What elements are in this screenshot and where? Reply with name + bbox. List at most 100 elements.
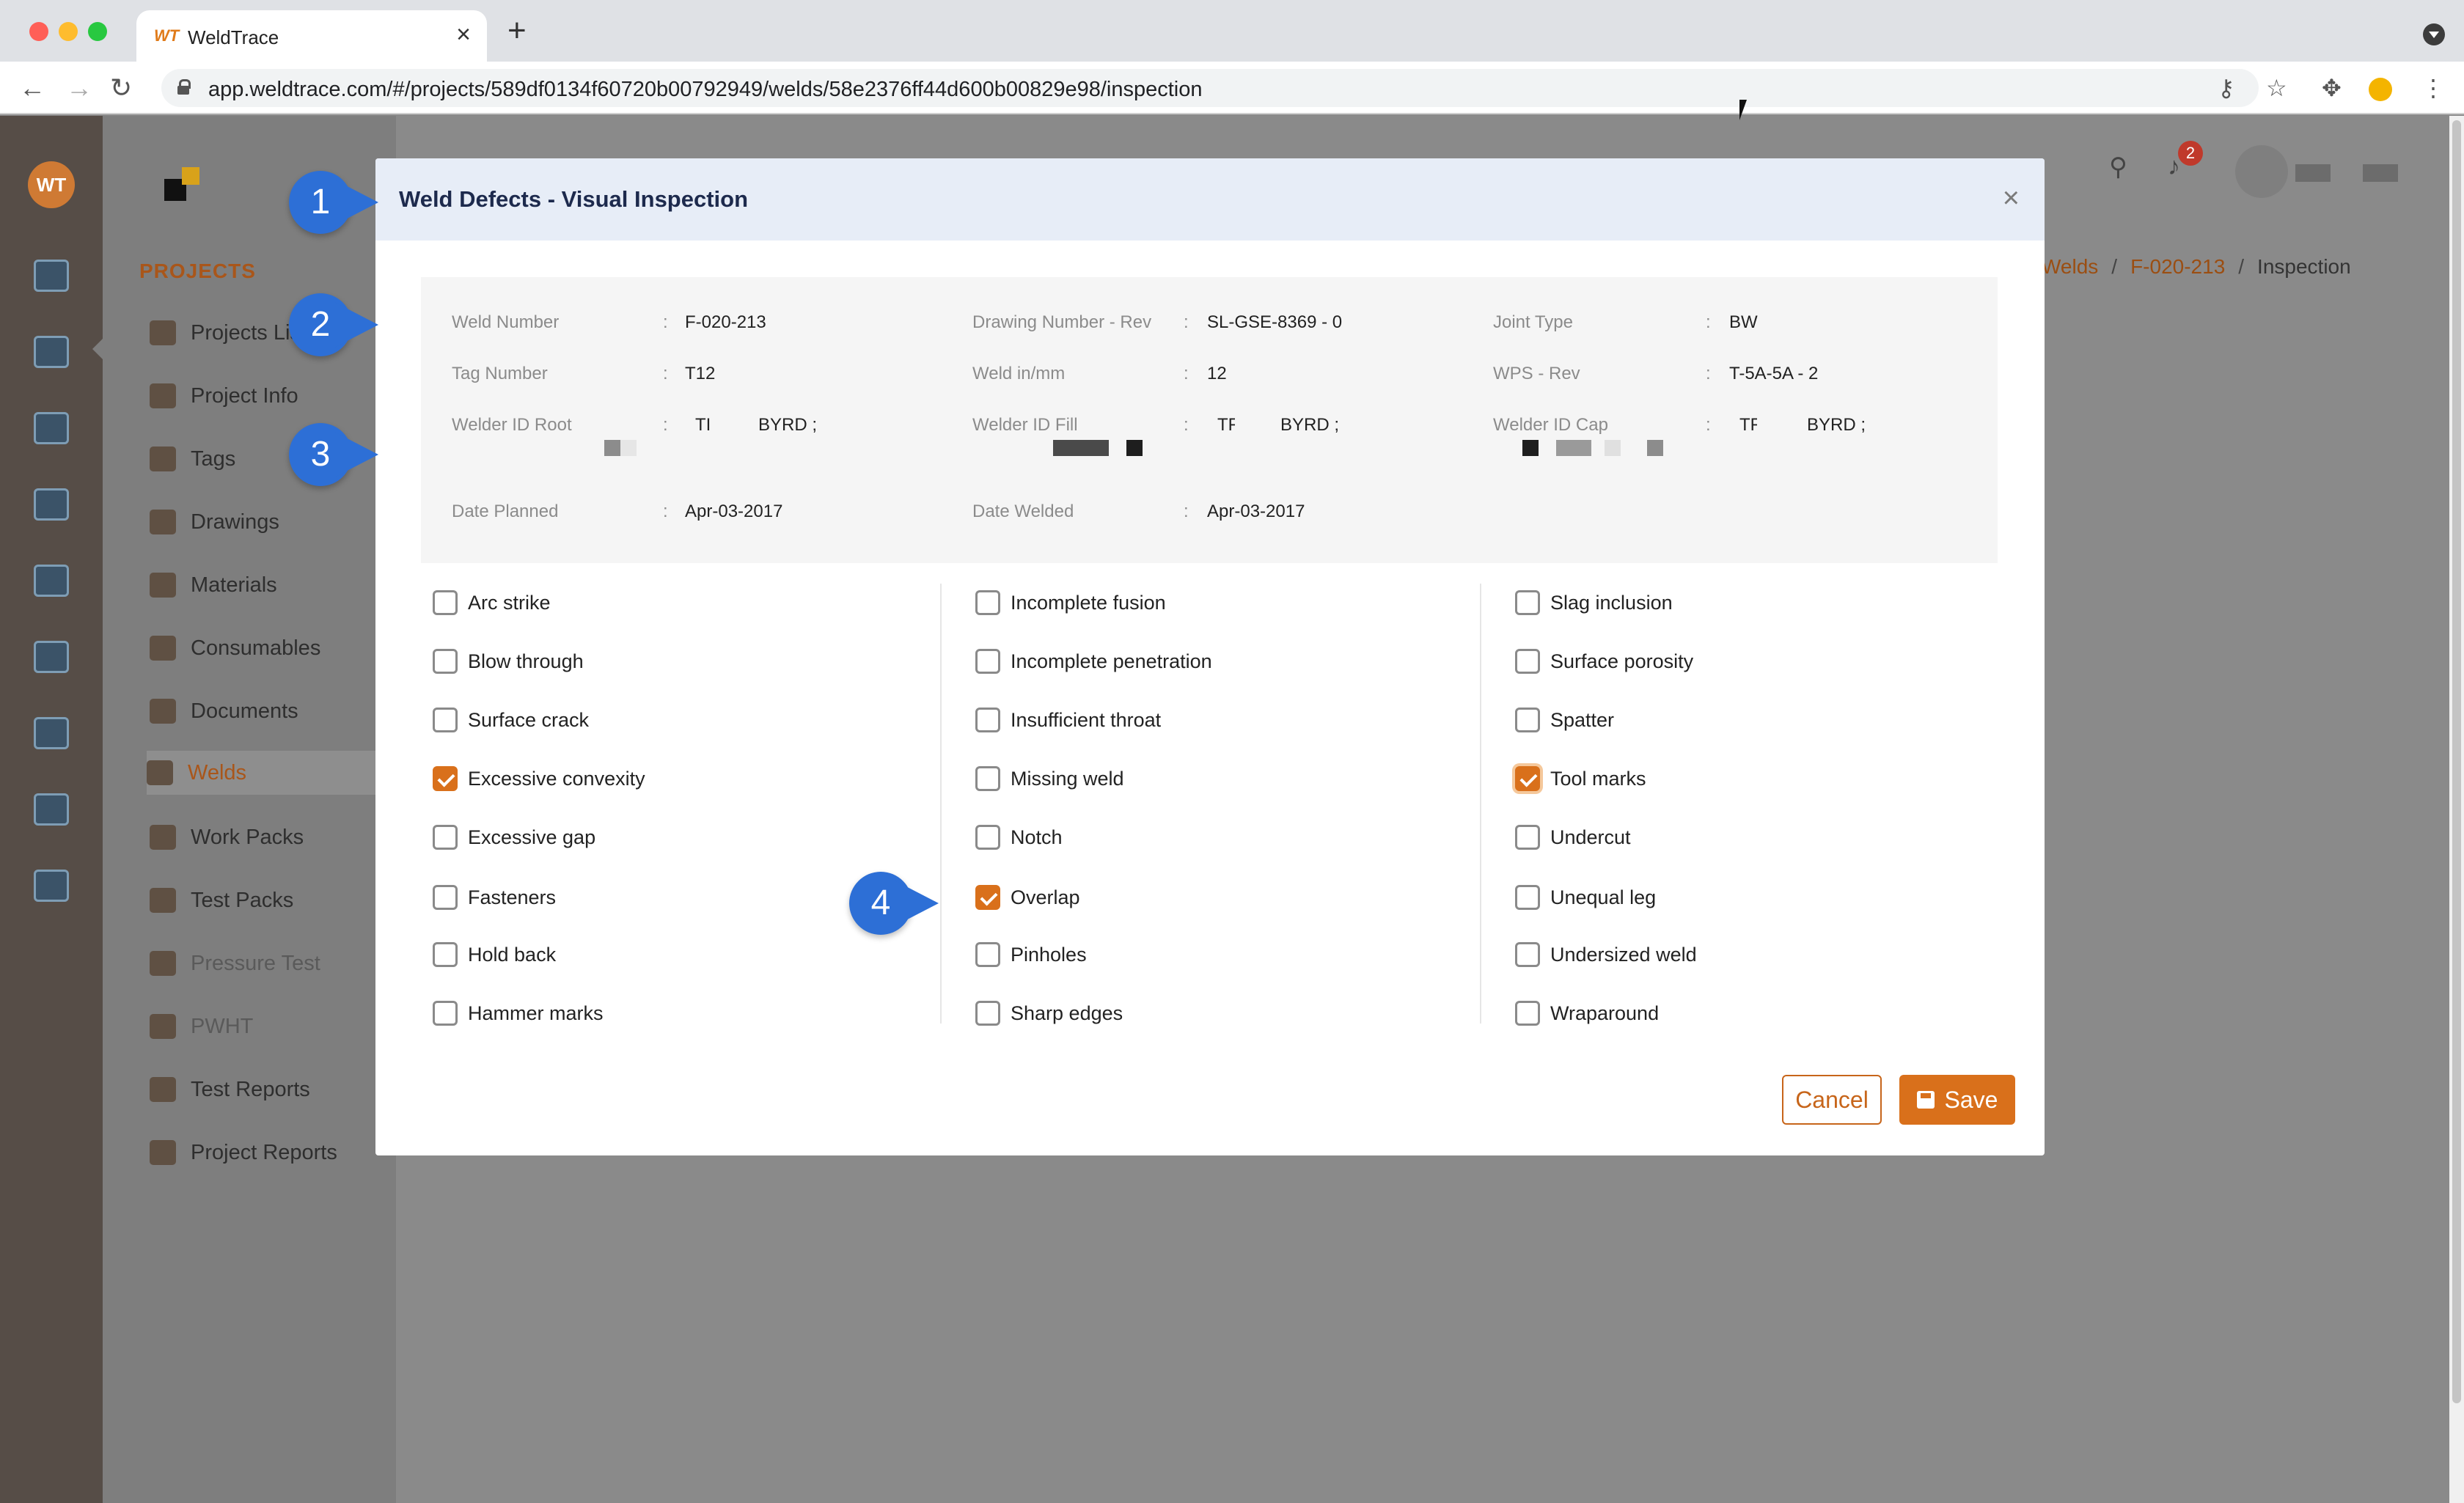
defect-item-hold-back[interactable]: Hold back [433,938,556,971]
defect-item-hammer-marks[interactable]: Hammer marks [433,997,604,1029]
defect-item-unequal-leg[interactable]: Unequal leg [1515,881,1656,914]
defect-item-excessive-convexity[interactable]: Excessive convexity [433,762,645,795]
checkbox-excessive-convexity[interactable] [433,766,458,791]
checkbox-unequal-leg[interactable] [1515,885,1540,910]
defect-item-insufficient-throat[interactable]: Insufficient throat [975,704,1161,736]
defect-label[interactable]: Spatter [1550,709,1614,732]
defect-item-sharp-edges[interactable]: Sharp edges [975,997,1123,1029]
breadcrumb-welds[interactable]: Welds [2042,255,2098,278]
checkbox-slag-inclusion[interactable] [1515,590,1540,615]
defect-item-wraparound[interactable]: Wraparound [1515,997,1659,1029]
weldtrace-logo[interactable]: WT [28,161,75,208]
defect-item-blow-through[interactable]: Blow through [433,645,584,677]
checkbox-missing-weld[interactable] [975,766,1000,791]
org-chart-icon[interactable] [34,565,69,597]
defect-label[interactable]: Incomplete penetration [1011,650,1212,673]
defect-label[interactable]: Insufficient throat [1011,709,1161,732]
save-button[interactable]: Save [1899,1075,2015,1125]
sidebar-item-pwht[interactable]: PWHT [150,1004,396,1048]
settings-icon[interactable] [2363,164,2398,182]
checkbox-excessive-gap[interactable] [433,825,458,850]
sidebar-item-project-info[interactable]: Project Info [150,374,396,418]
defect-label[interactable]: Surface crack [468,709,589,732]
reports-icon[interactable] [34,793,69,826]
browser-tab[interactable]: WT WeldTrace × [136,10,487,62]
defect-item-spatter[interactable]: Spatter [1515,704,1614,736]
checkbox-overlap[interactable] [975,885,1000,910]
new-tab-button[interactable]: + [507,15,527,47]
scrollbar-thumb[interactable] [2452,120,2461,1403]
defect-label[interactable]: Arc strike [468,592,551,614]
close-icon[interactable]: × [2003,183,2020,213]
search-icon[interactable]: ⚲ [2109,152,2127,182]
defect-label[interactable]: Surface porosity [1550,650,1693,673]
reload-button[interactable]: ↻ [110,72,132,104]
checkbox-tool-marks[interactable] [1515,766,1540,791]
defect-label[interactable]: Slag inclusion [1550,592,1673,614]
tab-close-icon[interactable]: × [456,22,471,47]
checkbox-hold-back[interactable] [433,942,458,967]
back-button[interactable]: ← [19,72,45,104]
address-bar[interactable]: app.weldtrace.com/#/projects/589df0134f6… [161,69,2259,107]
bookmark-star-icon[interactable]: ☆ [2266,73,2287,103]
url-text[interactable]: app.weldtrace.com/#/projects/589df0134f6… [208,78,1203,102]
defect-item-tool-marks[interactable]: Tool marks [1515,762,1646,795]
user-menu-icon[interactable] [2295,164,2331,182]
defect-item-missing-weld[interactable]: Missing weld [975,762,1124,795]
checkbox-fasteners[interactable] [433,885,458,910]
checkbox-incomplete-penetration[interactable] [975,649,1000,674]
checkbox-arc-strike[interactable] [433,590,458,615]
defect-label[interactable]: Hold back [468,944,556,966]
key-icon[interactable]: ⚷ [2218,73,2234,103]
sidebar-item-test-reports[interactable]: Test Reports [150,1067,396,1111]
certificate-icon[interactable] [34,870,69,902]
checkbox-surface-porosity[interactable] [1515,649,1540,674]
machine-icon[interactable] [34,641,69,673]
browser-menu-icon[interactable]: ⋮ [2421,73,2445,103]
projects-folder-icon[interactable] [34,336,69,368]
defect-label[interactable]: Excessive gap [468,826,595,849]
window-maximize-button[interactable] [88,22,107,41]
defect-label[interactable]: Undersized weld [1550,944,1697,966]
checkbox-insufficient-throat[interactable] [975,708,1000,732]
sidebar-item-project-reports[interactable]: Project Reports [150,1131,396,1175]
welder-icon[interactable] [34,488,69,521]
checkbox-pinholes[interactable] [975,942,1000,967]
tab-search-icon[interactable] [2423,23,2445,45]
defect-item-incomplete-penetration[interactable]: Incomplete penetration [975,645,1212,677]
defect-item-arc-strike[interactable]: Arc strike [433,587,551,619]
sidebar-item-pressure-test[interactable]: Pressure Test [150,941,396,985]
forward-button[interactable]: → [66,72,92,104]
defect-item-overlap[interactable]: Overlap [975,881,1080,914]
clipboard-icon[interactable] [34,412,69,444]
users-icon[interactable] [34,717,69,749]
defect-label[interactable]: Fasteners [468,886,556,909]
user-avatar[interactable] [2235,145,2288,198]
sidebar-item-drawings[interactable]: Drawings [150,500,396,544]
defect-label[interactable]: Hammer marks [468,1002,604,1025]
checkbox-wraparound[interactable] [1515,1001,1540,1026]
defect-label[interactable]: Sharp edges [1011,1002,1123,1025]
defect-label[interactable]: Undercut [1550,826,1631,849]
checkbox-incomplete-fusion[interactable] [975,590,1000,615]
sidebar-item-test-packs[interactable]: Test Packs [150,878,396,922]
defect-item-incomplete-fusion[interactable]: Incomplete fusion [975,587,1166,619]
defect-label[interactable]: Notch [1011,826,1063,849]
cancel-button[interactable]: Cancel [1782,1075,1882,1125]
window-close-button[interactable] [29,22,48,41]
defect-label[interactable]: Pinholes [1011,944,1087,966]
checkbox-notch[interactable] [975,825,1000,850]
sidebar-item-consumables[interactable]: Consumables [150,626,396,670]
defect-label[interactable]: Wraparound [1550,1002,1659,1025]
defect-item-slag-inclusion[interactable]: Slag inclusion [1515,587,1673,619]
defect-label[interactable]: Excessive convexity [468,768,645,790]
defect-label[interactable]: Incomplete fusion [1011,592,1166,614]
sidebar-item-welds[interactable]: Welds [147,751,396,795]
defect-label[interactable]: Overlap [1011,886,1080,909]
sidebar-item-work-packs[interactable]: Work Packs [150,815,396,859]
checkbox-undersized-weld[interactable] [1515,942,1540,967]
checkbox-sharp-edges[interactable] [975,1001,1000,1026]
defect-item-surface-porosity[interactable]: Surface porosity [1515,645,1693,677]
window-minimize-button[interactable] [59,22,78,41]
sidebar-item-documents[interactable]: Documents [150,689,396,733]
